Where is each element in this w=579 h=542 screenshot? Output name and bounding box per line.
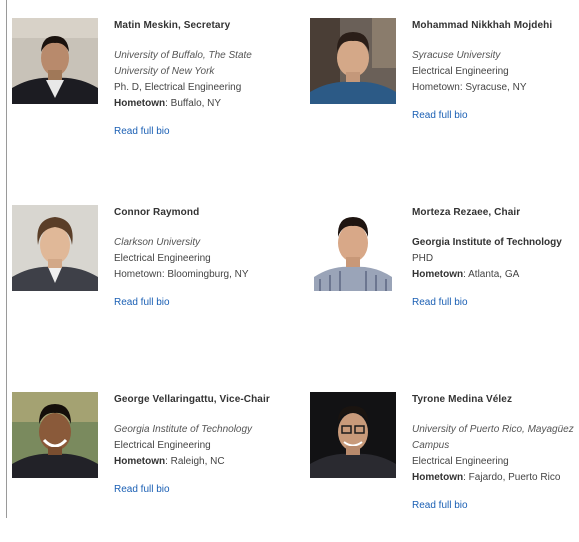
person-info: George Vellaringattu, Vice-Chair Georgia…: [114, 392, 304, 498]
hometown-value: Atlanta, GA: [468, 269, 520, 280]
person-card-tyrone-medina-velez: Tyrone Medina Vélez University of Puerto…: [310, 392, 579, 542]
read-full-bio-link[interactable]: Read full bio: [412, 108, 579, 124]
person-university: Clarkson University: [114, 237, 201, 248]
person-info: Matin Meskin, Secretary University of Bu…: [114, 18, 304, 140]
person-card-mohammad-nikkhah-mojdehi: Mohammad Nikkhah Mojdehi Syracuse Univer…: [310, 18, 579, 168]
person-university: University of Buffalo, The State Univers…: [114, 50, 252, 77]
person-hometown: Hometown: Fajardo, Puerto Rico: [412, 472, 561, 483]
hometown-label: Hometown: [412, 269, 464, 280]
portrait-image: [12, 205, 98, 291]
person-name: Matin Meskin, Secretary: [114, 20, 231, 31]
person-photo: [310, 205, 396, 291]
portrait-image: [310, 18, 396, 104]
hometown-label: Hometown: [412, 82, 460, 93]
person-photo: [12, 392, 98, 478]
person-card-george-vellaringattu: George Vellaringattu, Vice-Chair Georgia…: [12, 392, 302, 542]
read-full-bio-link[interactable]: Read full bio: [412, 498, 579, 514]
person-photo: [310, 18, 396, 104]
person-photo: [310, 392, 396, 478]
portrait-image: [310, 205, 396, 291]
person-university: University of Puerto Rico, Mayagüez Camp…: [412, 424, 574, 451]
hometown-label: Hometown: [114, 456, 166, 467]
person-name: George Vellaringattu, Vice-Chair: [114, 394, 270, 405]
person-hometown: Hometown: Bloomingburg, NY: [114, 269, 249, 280]
read-full-bio-link[interactable]: Read full bio: [114, 295, 304, 311]
person-card-morteza-rezaee: Morteza Rezaee, Chair Georgia Institute …: [310, 205, 579, 355]
hometown-value: Raleigh, NC: [170, 456, 225, 467]
person-hometown: Hometown: Raleigh, NC: [114, 456, 225, 467]
hometown-value: Fajardo, Puerto Rico: [468, 472, 561, 483]
person-photo: [12, 18, 98, 104]
person-info: Morteza Rezaee, Chair Georgia Institute …: [412, 205, 579, 311]
hometown-value: Bloomingburg, NY: [167, 269, 249, 280]
person-field: Electrical Engineering: [412, 66, 509, 77]
person-university: Syracuse University: [412, 50, 501, 61]
person-card-matin-meskin: Matin Meskin, Secretary University of Bu…: [12, 18, 302, 168]
person-field: Electrical Engineering: [114, 253, 211, 264]
person-degree: Ph. D, Electrical Engineering: [114, 82, 242, 93]
hometown-label: Hometown: [114, 269, 162, 280]
person-info: Connor Raymond Clarkson University Elect…: [114, 205, 304, 311]
read-full-bio-link[interactable]: Read full bio: [412, 295, 579, 311]
person-name: Connor Raymond: [114, 207, 200, 218]
person-info: Mohammad Nikkhah Mojdehi Syracuse Univer…: [412, 18, 579, 124]
person-field: Electrical Engineering: [114, 440, 211, 451]
person-hometown: Hometown: Atlanta, GA: [412, 269, 520, 280]
person-university: Georgia Institute of Technology: [412, 237, 562, 248]
read-full-bio-link[interactable]: Read full bio: [114, 482, 304, 498]
portrait-image: [12, 392, 98, 478]
person-hometown: Hometown: Buffalo, NY: [114, 98, 222, 109]
person-card-connor-raymond: Connor Raymond Clarkson University Elect…: [12, 205, 302, 355]
person-name: Tyrone Medina Vélez: [412, 394, 513, 405]
person-degree: PHD: [412, 253, 434, 264]
person-field: Electrical Engineering: [412, 456, 509, 467]
person-photo: [12, 205, 98, 291]
hometown-value: Buffalo, NY: [170, 98, 222, 109]
portrait-image: [310, 392, 396, 478]
person-name: Mohammad Nikkhah Mojdehi: [412, 20, 553, 31]
hometown-value: Syracuse, NY: [465, 82, 527, 93]
person-name: Morteza Rezaee, Chair: [412, 207, 521, 218]
read-full-bio-link[interactable]: Read full bio: [114, 124, 304, 140]
hometown-label: Hometown: [114, 98, 166, 109]
person-info: Tyrone Medina Vélez University of Puerto…: [412, 392, 579, 514]
portrait-image: [12, 18, 98, 104]
person-hometown: Hometown: Syracuse, NY: [412, 82, 527, 93]
person-university: Georgia Institute of Technology: [114, 424, 253, 435]
hometown-label: Hometown: [412, 472, 464, 483]
